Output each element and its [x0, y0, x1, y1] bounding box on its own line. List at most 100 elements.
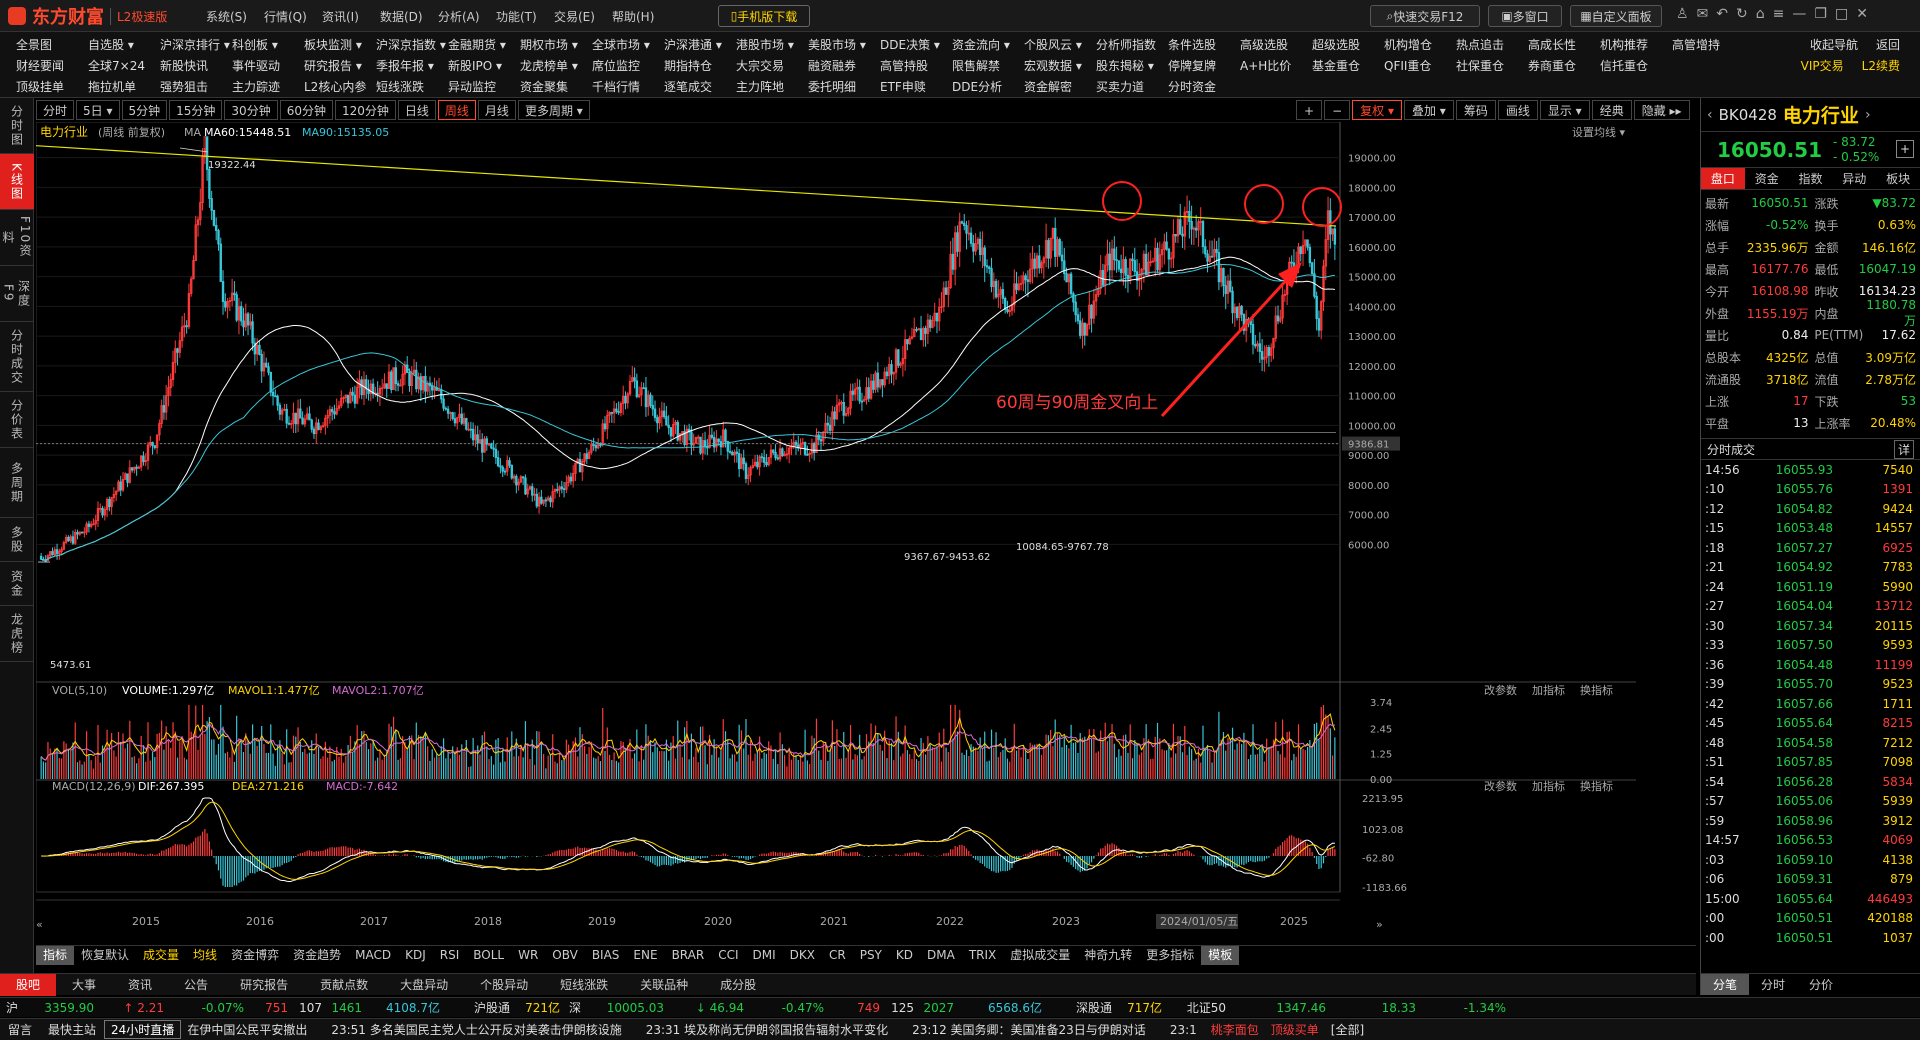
indicator-tab-9[interactable]: BOLL: [466, 946, 511, 965]
l2-renew-link[interactable]: L2续费: [1862, 55, 1900, 77]
nav-row2-item-14[interactable]: 宏观数据 ▾: [1024, 55, 1096, 77]
indicator-tab-22[interactable]: TRIX: [962, 946, 1003, 965]
indicator-tab-19[interactable]: PSY: [853, 946, 889, 965]
nav-row3-item-14[interactable]: 资金解密: [1024, 76, 1096, 98]
message-link[interactable]: 留言: [0, 1021, 40, 1038]
custom-panel-button[interactable]: ▦ 自定义面板: [1570, 5, 1662, 27]
indicator-tab-25[interactable]: 更多指标: [1139, 946, 1201, 965]
indicator-tab-3[interactable]: 均线: [186, 946, 224, 965]
nav-row3-item-7[interactable]: 资金聚集: [520, 76, 592, 98]
nav-row2-item-17[interactable]: A+H比价: [1240, 55, 1312, 77]
nav-row1-item-14[interactable]: 个股风云 ▾: [1024, 34, 1096, 56]
nav-row1-item-2[interactable]: 沪深京排行 ▾: [160, 34, 232, 56]
vol-change-params[interactable]: 改参数: [1484, 683, 1517, 697]
nav-row1-item-21[interactable]: 高成长性: [1528, 34, 1600, 56]
nav-row1-item-13[interactable]: 资金流向 ▾: [952, 34, 1024, 56]
period-5[interactable]: 60分钟: [279, 100, 333, 120]
nav-row3-item-11[interactable]: 委托明细: [808, 76, 880, 98]
ticker-item-0[interactable]: 在伊中国公民平安撤出: [187, 1021, 331, 1038]
ma-settings-link[interactable]: 设置均线 ▾: [1572, 125, 1625, 139]
nav-row2-item-10[interactable]: 大宗交易: [736, 55, 808, 77]
period-4[interactable]: 30分钟: [224, 100, 278, 120]
menu-function[interactable]: 功能(T): [496, 8, 554, 25]
back-link[interactable]: 返回: [1876, 34, 1900, 56]
nav-row2-item-4[interactable]: 研究报告 ▾: [304, 55, 376, 77]
news-tab-0[interactable]: 股吧: [0, 973, 57, 996]
rail-price-table[interactable]: 分价表: [0, 392, 34, 448]
rail-dragon-tiger[interactable]: 龙虎榜: [0, 606, 34, 662]
scroll-left-icon[interactable]: «: [36, 918, 43, 931]
ticker-item-2[interactable]: 23:31 埃及称尚无伊朗邻国报告辐射水平变化: [646, 1021, 912, 1038]
nav-row2-item-15[interactable]: 股东揭秘 ▾: [1096, 55, 1168, 77]
period-0[interactable]: 分时: [36, 100, 75, 120]
trades-tab-1[interactable]: 分时: [1749, 974, 1797, 995]
nav-row1-item-3[interactable]: 科创板 ▾: [232, 34, 304, 56]
chart-tool-4[interactable]: 筹码: [1455, 100, 1496, 120]
nav-row1-item-22[interactable]: 机构推荐: [1600, 34, 1672, 56]
collapse-nav-link[interactable]: 收起导航: [1810, 34, 1858, 56]
menu-system[interactable]: 系统(S): [206, 8, 264, 25]
chart-tool-1[interactable]: −: [1324, 100, 1351, 120]
menu-quotes[interactable]: 行情(Q): [264, 8, 322, 25]
nav-row3-item-13[interactable]: DDE分析: [952, 76, 1024, 98]
macd-change-params[interactable]: 改参数: [1484, 779, 1517, 793]
news-tab-4[interactable]: 研究报告: [224, 976, 304, 993]
rail-depth[interactable]: 深度F9: [0, 266, 34, 322]
ticker-top-buy[interactable]: 顶级买单: [1271, 1021, 1331, 1038]
chart-tool-2[interactable]: 复权 ▾: [1352, 100, 1402, 120]
news-tab-1[interactable]: 大事: [56, 976, 112, 993]
back-icon[interactable]: ↶: [1716, 6, 1728, 22]
rail-f10[interactable]: F10资料: [0, 210, 34, 266]
macd-swap-indicator[interactable]: 换指标: [1580, 779, 1613, 793]
quote-tab-1[interactable]: 资金: [1745, 168, 1789, 189]
period-9[interactable]: 月线: [477, 100, 516, 120]
nav-row1-item-8[interactable]: 全球市场 ▾: [592, 34, 664, 56]
nav-row3-item-8[interactable]: 千档行情: [592, 76, 664, 98]
minimize-icon[interactable]: —: [1792, 6, 1806, 22]
nav-row2-item-13[interactable]: 限售解禁: [952, 55, 1024, 77]
menu-help[interactable]: 帮助(H): [612, 8, 670, 25]
trades-tab-0[interactable]: 分笔: [1701, 974, 1749, 995]
indicator-tab-20[interactable]: KD: [889, 946, 920, 965]
indicator-tab-24[interactable]: 神奇九转: [1077, 946, 1139, 965]
mobile-download-button[interactable]: ▯ 手机版下载: [718, 5, 810, 27]
ticker-item-1[interactable]: 23:51 多名美国民主党人士公开反对美袭击伊朗核设施: [331, 1021, 645, 1038]
nav-row3-item-3[interactable]: 主力踪迹: [232, 76, 304, 98]
nav-row2-item-20[interactable]: 社保重仓: [1456, 55, 1528, 77]
nav-row1-item-1[interactable]: 自选股 ▾: [88, 34, 160, 56]
nav-row1-item-23[interactable]: 高管增持: [1672, 34, 1744, 56]
period-6[interactable]: 120分钟: [334, 100, 396, 120]
next-stock-icon[interactable]: ›: [1859, 107, 1877, 123]
nav-row3-item-5[interactable]: 短线涨跌: [376, 76, 448, 98]
quote-tab-2[interactable]: 指数: [1789, 168, 1833, 189]
menu-data[interactable]: 数据(D): [380, 8, 438, 25]
rail-trades[interactable]: 分时成交: [0, 322, 34, 392]
vip-trade-link[interactable]: VIP交易: [1801, 55, 1844, 77]
indicator-tab-6[interactable]: MACD: [348, 946, 398, 965]
nav-row1-item-11[interactable]: 美股市场 ▾: [808, 34, 880, 56]
indicator-tab-11[interactable]: OBV: [545, 946, 585, 965]
prev-stock-icon[interactable]: ‹: [1701, 107, 1719, 123]
indicator-tab-12[interactable]: BIAS: [585, 946, 627, 965]
indicator-tab-21[interactable]: DMA: [920, 946, 962, 965]
sh-index[interactable]: 3359.90: [24, 1001, 94, 1015]
refresh-icon[interactable]: ↻: [1736, 6, 1748, 22]
nav-row1-item-17[interactable]: 高级选股: [1240, 34, 1312, 56]
indicator-tab-1[interactable]: 恢复默认: [74, 946, 136, 965]
period-10[interactable]: 更多周期 ▾: [517, 100, 590, 120]
nav-row3-item-12[interactable]: ETF申赎: [880, 76, 952, 98]
nav-row2-item-12[interactable]: 高管持股: [880, 55, 952, 77]
period-3[interactable]: 15分钟: [169, 100, 223, 120]
ticker-item-3[interactable]: 23:12 美国务卿：美国准备23日与伊朗对话: [912, 1021, 1170, 1038]
trades-detail-button[interactable]: 详: [1893, 439, 1914, 459]
scroll-right-icon[interactable]: »: [1376, 918, 1383, 931]
nav-row1-item-7[interactable]: 期权市场 ▾: [520, 34, 592, 56]
chart-tool-3[interactable]: 叠加 ▾: [1403, 100, 1454, 120]
rail-kline[interactable]: K线图: [0, 154, 34, 210]
ticker-stock[interactable]: 桃李面包: [1211, 1021, 1271, 1038]
nav-row2-item-3[interactable]: 事件驱动: [232, 55, 304, 77]
nav-row3-item-6[interactable]: 异动监控: [448, 76, 520, 98]
indicator-tab-23[interactable]: 虚拟成交量: [1003, 946, 1077, 965]
chart-tool-7[interactable]: 经典: [1591, 100, 1632, 120]
live-24h-link[interactable]: 24小时直播: [104, 1020, 182, 1039]
